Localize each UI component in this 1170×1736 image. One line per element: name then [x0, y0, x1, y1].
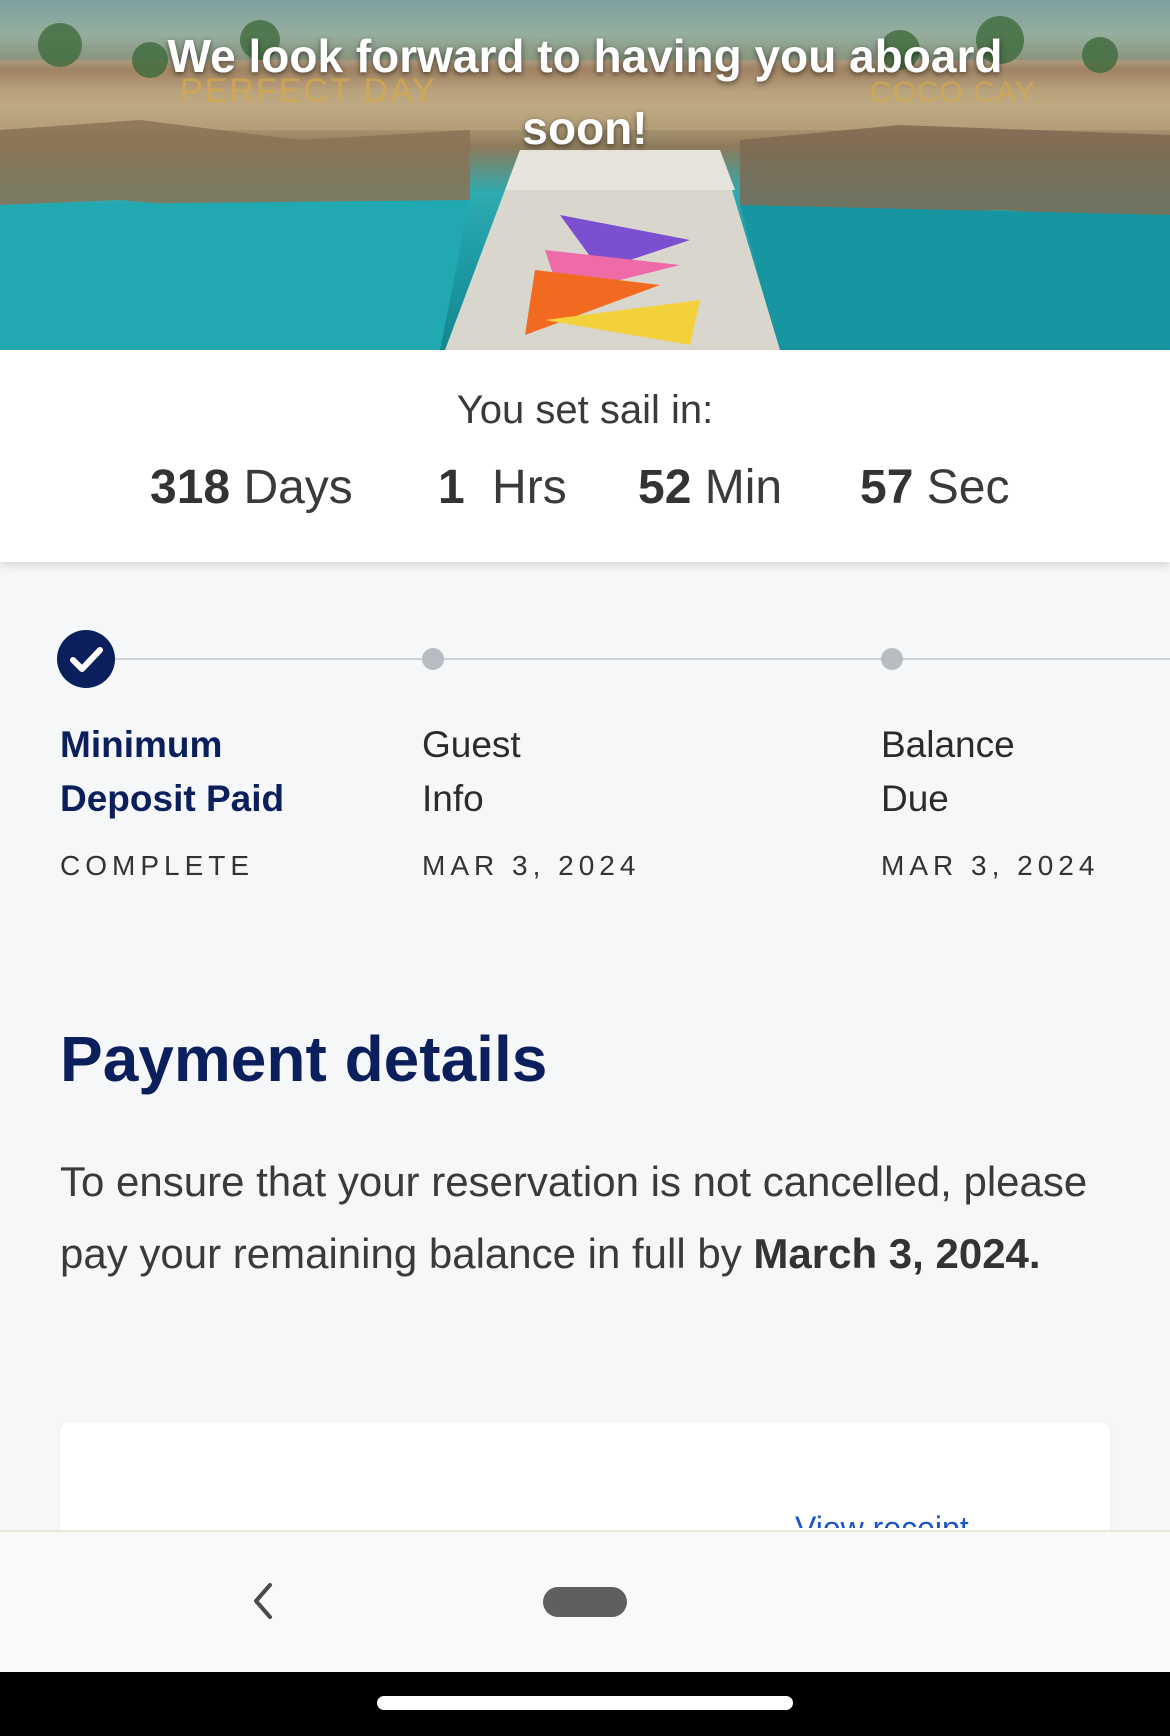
countdown-minutes: 52 Min — [638, 460, 782, 515]
days-unit: Days — [243, 461, 353, 514]
home-button[interactable] — [543, 1587, 627, 1617]
step-status-balance-due: MAR 3, 2024 — [881, 850, 1100, 881]
step-title-line: Due — [881, 778, 949, 819]
hero-banner: PERFECT DAY COCO CAY We look forward to … — [0, 0, 1170, 350]
countdown-label: You set sail in: — [456, 388, 714, 432]
step-dot-guest-info — [422, 648, 444, 670]
hero-title-line2: soon! — [522, 102, 648, 154]
step-title-line: Balance — [881, 724, 1015, 765]
hero-title-line1: We look forward to having you aboard — [167, 30, 1003, 82]
countdown-days: 318 Days — [150, 460, 353, 515]
hours-unit: Hrs — [492, 461, 567, 514]
chevron-left-icon[interactable] — [242, 1575, 282, 1627]
minutes-unit: Min — [704, 461, 783, 514]
home-indicator[interactable] — [377, 1696, 793, 1710]
seconds-unit: Sec — [926, 461, 1010, 514]
step-title-line: Guest — [422, 724, 521, 765]
step-title-line: Minimum — [60, 724, 223, 765]
step-title-balance-due[interactable]: Balance Due — [881, 718, 1015, 826]
countdown-seconds: 57 Sec — [860, 460, 1009, 515]
step-dot-balance-due — [881, 648, 903, 670]
progress-line — [88, 658, 1170, 660]
step-status-guest-info: MAR 3, 2024 — [422, 850, 641, 881]
hours-value: 1 — [438, 461, 465, 514]
step-title-guest-info[interactable]: Guest Info — [422, 718, 521, 826]
sail-countdown: You set sail in: 318 Days 1 Hrs 52 Min 5… — [0, 350, 1170, 562]
check-icon — [57, 630, 115, 688]
countdown-hours: 1 Hrs — [438, 460, 567, 515]
minutes-value: 52 — [638, 461, 692, 514]
hero-title: We look forward to having you aboard soo… — [0, 20, 1170, 164]
step-title-line: Deposit Paid — [60, 778, 285, 819]
step-status-deposit: COMPLETE — [60, 850, 255, 881]
payment-details-text: To ensure that your reservation is not c… — [60, 1146, 1110, 1290]
seconds-value: 57 — [860, 461, 914, 514]
days-value: 318 — [150, 461, 231, 514]
step-title-deposit: Minimum Deposit Paid — [60, 718, 284, 826]
step-title-line: Info — [422, 778, 484, 819]
payment-deadline: March 3, 2024. — [753, 1230, 1041, 1277]
view-receipt-link[interactable]: View receipt — [795, 1512, 975, 1528]
payment-details-heading: Payment details — [60, 1023, 548, 1095]
